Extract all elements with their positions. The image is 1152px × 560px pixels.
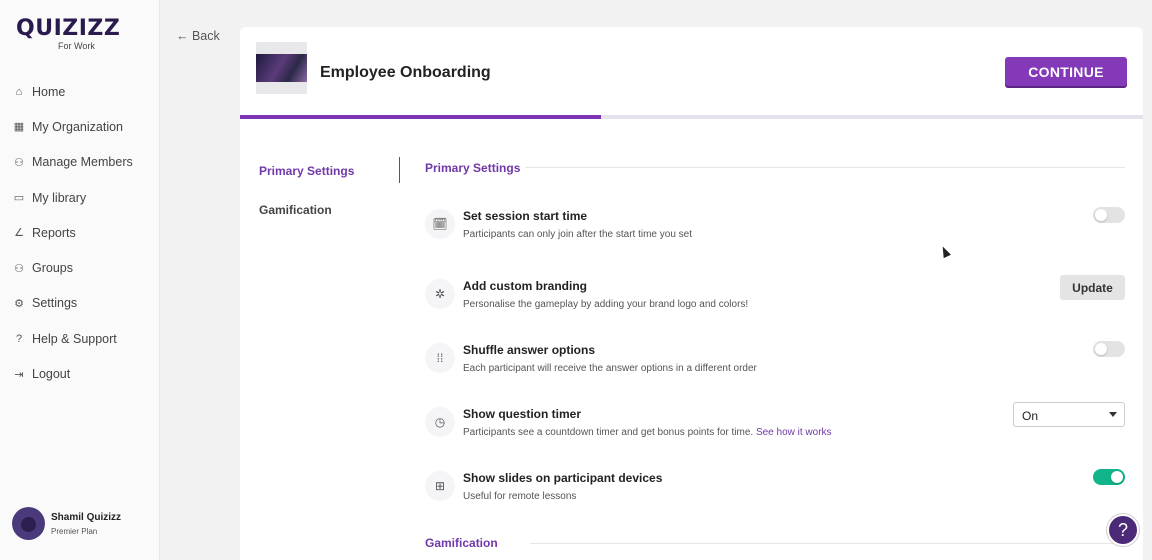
see-how-it-works-link[interactable]: See how it works (756, 427, 832, 438)
shuffle-answers-toggle[interactable] (1093, 341, 1125, 357)
setting-row-session-start-time: 🗓 Set session start time Participants ca… (425, 207, 1125, 249)
progress-bar (240, 115, 1143, 119)
branding-icon: ✲ (425, 279, 455, 309)
sidebar-item-label: Groups (32, 261, 73, 276)
sidebar-item-label: Manage Members (32, 155, 133, 170)
timer-icon: ◷ (425, 407, 455, 437)
setting-description: Personalise the gameplay by adding your … (463, 299, 749, 310)
toggle-knob (1111, 471, 1123, 483)
sidebar-item-label: Help & Support (32, 331, 117, 346)
sidebar-item-help-support[interactable]: ? Help & Support (12, 321, 133, 356)
sidebar-item-label: My library (32, 190, 87, 205)
section-title-gamification: Gamification (425, 536, 498, 550)
logout-icon: ⇥ (14, 368, 24, 381)
setting-title: Show slides on participant devices (463, 471, 663, 485)
shuffle-icon: ⁞⁞ (425, 343, 455, 373)
section-divider (530, 543, 1125, 544)
toggle-knob (1095, 209, 1107, 221)
organization-icon: ▦ (13, 121, 25, 134)
quizizz-logo[interactable]: QUIZIZZ For Work (16, 16, 121, 52)
setting-row-custom-branding: ✲ Add custom branding Personalise the ga… (425, 275, 1125, 319)
question-timer-select[interactable]: On (1013, 402, 1125, 427)
sidebar-item-my-organization[interactable]: ▦ My Organization (12, 109, 133, 144)
setting-description: Each participant will receive the answer… (463, 363, 757, 374)
sidebar-item-manage-members[interactable]: ⚇ Manage Members (12, 145, 133, 180)
setting-row-show-slides: ⊞ Show slides on participant devices Use… (425, 469, 1125, 511)
slides-icon: ⊞ (425, 471, 455, 501)
setting-description: Participants can only join after the sta… (463, 229, 692, 240)
setting-title: Set session start time (463, 209, 588, 223)
section-divider (525, 167, 1125, 168)
sidebar-item-label: Settings (32, 296, 78, 311)
settings-card: Employee Onboarding CONTINUE Primary Set… (240, 27, 1143, 560)
update-branding-button[interactable]: Update (1060, 275, 1125, 300)
page-title: Employee Onboarding (320, 64, 491, 81)
gear-icon: ⚙ (14, 297, 24, 310)
sidebar-item-groups[interactable]: ⚇ Groups (12, 250, 133, 285)
chevron-down-icon (1109, 412, 1117, 417)
setting-row-shuffle-answers: ⁞⁞ Shuffle answer options Each participa… (425, 341, 1125, 383)
groups-icon: ⚇ (14, 262, 24, 275)
setting-title: Show question timer (463, 407, 582, 421)
sidebar-item-reports[interactable]: ∠ Reports (12, 215, 133, 250)
home-icon: ⌂ (15, 85, 23, 98)
progress-fill (240, 115, 602, 119)
continue-button[interactable]: CONTINUE (1005, 57, 1127, 86)
user-name: Shamil Quizizz (51, 511, 122, 523)
avatar (12, 507, 45, 540)
sidebar-item-logout[interactable]: ⇥ Logout (12, 356, 133, 391)
tab-primary-settings[interactable]: Primary Settings (259, 164, 354, 178)
help-button[interactable]: ? (1107, 514, 1139, 546)
sidebar-nav: ⌂ Home ▦ My Organization ⚇ Manage Members ▭… (12, 74, 133, 392)
user-profile[interactable]: Shamil Quizizz Premier Plan (12, 507, 121, 540)
sidebar-item-settings[interactable]: ⚙ Settings (12, 286, 133, 321)
help-icon: ? (15, 332, 23, 345)
sidebar-item-label: Logout (32, 367, 71, 382)
quiz-thumbnail (256, 42, 307, 94)
back-link[interactable]: ← Back (176, 29, 220, 43)
sidebar-item-label: My Organization (32, 119, 124, 134)
members-icon: ⚇ (14, 156, 24, 169)
tab-divider (399, 157, 400, 183)
section-title-primary: Primary Settings (425, 161, 521, 175)
session-start-time-toggle[interactable] (1093, 207, 1125, 223)
setting-title: Shuffle answer options (463, 343, 596, 357)
tab-gamification[interactable]: Gamification (259, 203, 332, 217)
sidebar: QUIZIZZ For Work ⌂ Home ▦ My Organization … (0, 0, 160, 560)
select-value: On (1022, 409, 1039, 423)
setting-description-text: Participants see a countdown timer and g… (463, 427, 754, 438)
library-icon: ▭ (13, 192, 25, 205)
sidebar-item-home[interactable]: ⌂ Home (12, 74, 133, 109)
setting-row-question-timer: ◷ Show question timer Participants see a… (425, 402, 1125, 447)
sidebar-item-my-library[interactable]: ▭ My library (12, 180, 133, 215)
setting-description: Useful for remote lessons (463, 491, 577, 502)
show-slides-toggle[interactable] (1093, 469, 1125, 485)
setting-description: Participants see a countdown timer and g… (463, 427, 832, 438)
logo-text: QUIZIZZ (16, 16, 121, 41)
thumbnail-image (256, 54, 307, 82)
calendar-icon: 🗓 (425, 209, 455, 239)
setting-title: Add custom branding (463, 279, 587, 293)
sidebar-item-label: Reports (32, 225, 76, 240)
sidebar-item-label: Home (32, 84, 66, 99)
toggle-knob (1095, 343, 1107, 355)
reports-icon: ∠ (14, 227, 24, 240)
user-plan: Premier Plan (51, 526, 98, 536)
logo-subtitle: For Work (58, 41, 95, 51)
